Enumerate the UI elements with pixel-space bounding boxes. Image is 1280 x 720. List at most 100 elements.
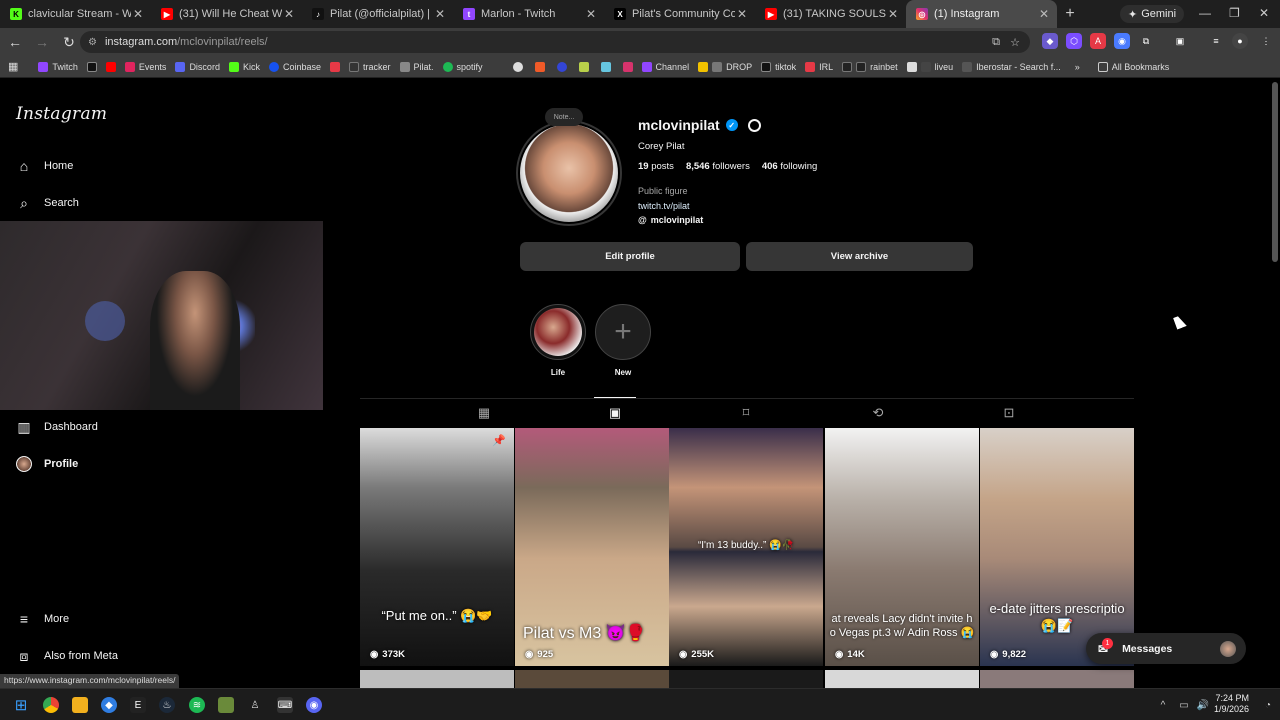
browser-tab-2[interactable]: ▶ (31) Will He Cheat With The C ✕ bbox=[151, 0, 302, 28]
epic-games-icon[interactable]: E bbox=[130, 697, 146, 713]
chrome-icon[interactable] bbox=[43, 697, 59, 713]
nav-also-from-meta[interactable]: ⧈ Also from Meta bbox=[16, 648, 118, 664]
install-app-icon[interactable]: ⧉ bbox=[992, 36, 1000, 49]
close-icon[interactable]: ✕ bbox=[735, 7, 749, 21]
extension-icon[interactable]: ◉ bbox=[1114, 33, 1130, 49]
extension-icon[interactable]: ⬡ bbox=[1066, 33, 1082, 49]
followers-stat[interactable]: 8,546 followers bbox=[686, 161, 750, 172]
reel-tile-row2[interactable] bbox=[515, 670, 669, 688]
highlight-new[interactable]: + New bbox=[595, 304, 651, 377]
bookmark-pilat[interactable]: Pilat. bbox=[399, 61, 434, 72]
back-icon[interactable]: ← bbox=[3, 34, 27, 50]
media-control-icon[interactable]: ≡ bbox=[1208, 33, 1224, 49]
notification-bell-icon[interactable]: ◔ bbox=[1260, 697, 1276, 713]
nav-home[interactable]: ⌂ Home bbox=[16, 158, 74, 174]
windows-start-icon[interactable]: ⊞ bbox=[13, 697, 29, 714]
bookmarks-overflow-icon[interactable]: » bbox=[1075, 62, 1080, 72]
steam-icon[interactable]: ♨ bbox=[159, 697, 175, 713]
settings-gear-icon[interactable] bbox=[747, 118, 761, 132]
close-icon[interactable]: ✕ bbox=[886, 7, 900, 21]
reel-tile-row2[interactable] bbox=[825, 670, 979, 688]
bookmark-x[interactable] bbox=[86, 61, 97, 72]
bookmark-kick[interactable]: Kick bbox=[228, 61, 260, 72]
bookmark-drop[interactable]: DROP bbox=[698, 61, 752, 72]
reel-tile-5[interactable]: e-date jitters prescriptio 😭📝 ◉ 9,822 bbox=[980, 428, 1134, 666]
bookmark-spotify[interactable]: spotify bbox=[442, 61, 483, 72]
browser-tab-3[interactable]: ♪ Pilat (@officialpilat) | TikTok ✕ bbox=[302, 0, 453, 28]
browser-tab-5[interactable]: X Pilat's Community Communit ✕ bbox=[604, 0, 755, 28]
reel-tile-4[interactable]: at reveals Lacy didn't invite h o Vegas … bbox=[825, 428, 979, 666]
bookmark-tracker[interactable]: tracker bbox=[349, 61, 391, 72]
close-icon[interactable]: ✕ bbox=[433, 7, 447, 21]
file-explorer-icon[interactable] bbox=[72, 697, 88, 713]
bookmark-twitch[interactable]: Twitch bbox=[38, 61, 78, 72]
bookmark-red[interactable] bbox=[330, 61, 340, 72]
forward-icon[interactable]: → bbox=[30, 34, 54, 50]
side-panel-icon[interactable]: ▣ bbox=[1172, 33, 1188, 49]
nav-dashboard[interactable]: ▥ Dashboard bbox=[16, 419, 97, 435]
minecraft-icon[interactable] bbox=[218, 697, 234, 713]
volume-icon[interactable]: 🔊 bbox=[1195, 697, 1211, 713]
bookmark-channel[interactable]: Channel bbox=[641, 61, 689, 72]
reel-tile-2[interactable]: Pilat vs M3 😈🥊 ◉ 925 bbox=[515, 428, 669, 666]
bookmark-liveu[interactable]: liveu bbox=[906, 61, 953, 72]
bookmark-icon-set[interactable] bbox=[512, 61, 633, 72]
reel-tile-3[interactable]: “I'm 13 buddy..” 😭🥀 ◉ 255K bbox=[669, 428, 823, 666]
nav-more[interactable]: ≡ More bbox=[16, 611, 69, 627]
bookmark-discord[interactable]: Discord bbox=[175, 61, 220, 72]
vpn-icon[interactable]: ◆ bbox=[101, 697, 117, 713]
maximize-icon[interactable]: ❐ bbox=[1229, 6, 1240, 20]
minimize-icon[interactable]: — bbox=[1199, 6, 1211, 20]
reels-icon[interactable]: ▣ bbox=[606, 404, 624, 422]
browser-tab-1[interactable]: K clavicular Stream - Watch Live ✕ bbox=[0, 0, 151, 28]
bookmark-irl[interactable]: IRL bbox=[805, 61, 833, 72]
close-icon[interactable]: ✕ bbox=[282, 7, 296, 21]
bookmark-events[interactable]: Events bbox=[124, 61, 166, 72]
all-bookmarks[interactable]: All Bookmarks bbox=[1097, 61, 1169, 72]
close-icon[interactable]: ✕ bbox=[584, 7, 598, 21]
scrollbar-thumb[interactable] bbox=[1272, 82, 1278, 262]
saved-icon[interactable]: ⌑ bbox=[737, 404, 755, 422]
close-window-icon[interactable]: ✕ bbox=[1259, 6, 1269, 20]
nav-search[interactable]: ⌕ Search bbox=[16, 195, 79, 211]
tagged-icon[interactable]: ⊡ bbox=[1000, 404, 1018, 422]
profile-avatar[interactable] bbox=[516, 120, 622, 226]
note-bubble[interactable]: Note... bbox=[545, 108, 583, 126]
browser-tab-active[interactable]: ◎ (1) Instagram ✕ bbox=[906, 0, 1057, 28]
reload-icon[interactable]: ↻ bbox=[57, 34, 81, 51]
network-icon[interactable]: ▭ bbox=[1176, 697, 1192, 713]
highlight-life[interactable]: Life bbox=[530, 304, 586, 377]
instagram-logo[interactable]: Instagram bbox=[16, 104, 107, 124]
close-icon[interactable]: ✕ bbox=[131, 7, 145, 21]
reel-tile-row2[interactable] bbox=[360, 670, 514, 688]
following-stat[interactable]: 406 following bbox=[762, 161, 817, 172]
url-field[interactable]: ⚙ instagram.com/mclovinpilat/reels/ ⧉ ☆ bbox=[80, 31, 1030, 53]
reel-tile-1[interactable]: 📌 “Put me on..” 😭🤝 ◉ 373K bbox=[360, 428, 514, 666]
bookmark-rainbet[interactable]: rainbet bbox=[842, 61, 898, 72]
discord-icon[interactable]: ◉ bbox=[306, 697, 322, 713]
new-tab-button[interactable]: + bbox=[1057, 5, 1083, 23]
reel-tile-row2[interactable] bbox=[669, 670, 823, 688]
extensions-puzzle-icon[interactable]: ⧉ bbox=[1138, 33, 1154, 49]
keyboard-app-icon[interactable]: ⌨ bbox=[277, 697, 293, 713]
reel-tile-row2[interactable] bbox=[980, 670, 1134, 688]
bookmark-iberostar[interactable]: Iberostar - Search f... bbox=[962, 61, 1061, 72]
view-archive-button[interactable]: View archive bbox=[746, 242, 973, 271]
app-icon[interactable]: ♙ bbox=[247, 697, 263, 713]
close-icon[interactable]: ✕ bbox=[1037, 7, 1051, 21]
grid-icon[interactable]: ▦ bbox=[475, 404, 493, 422]
site-info-icon[interactable]: ⚙ bbox=[88, 37, 97, 48]
profile-link[interactable]: twitch.tv/pilat bbox=[638, 201, 690, 211]
tray-overflow-icon[interactable]: ^ bbox=[1155, 697, 1171, 713]
browser-tab-4[interactable]: t Marlon - Twitch ✕ bbox=[453, 0, 604, 28]
profile-avatar-icon[interactable]: ● bbox=[1232, 33, 1248, 49]
bookmark-star-icon[interactable]: ☆ bbox=[1010, 36, 1020, 49]
bookmark-tiktok[interactable]: tiktok bbox=[761, 61, 796, 72]
spotify-icon[interactable]: ≋ bbox=[189, 697, 205, 713]
reposts-icon[interactable]: ⟲ bbox=[869, 404, 887, 422]
apps-grid-icon[interactable]: ▦ bbox=[8, 60, 18, 73]
bookmark-youtube[interactable] bbox=[105, 61, 116, 72]
threads-link[interactable]: @ mclovinpilat bbox=[638, 215, 703, 225]
edit-profile-button[interactable]: Edit profile bbox=[520, 242, 740, 271]
extension-icon[interactable]: ◆ bbox=[1042, 33, 1058, 49]
